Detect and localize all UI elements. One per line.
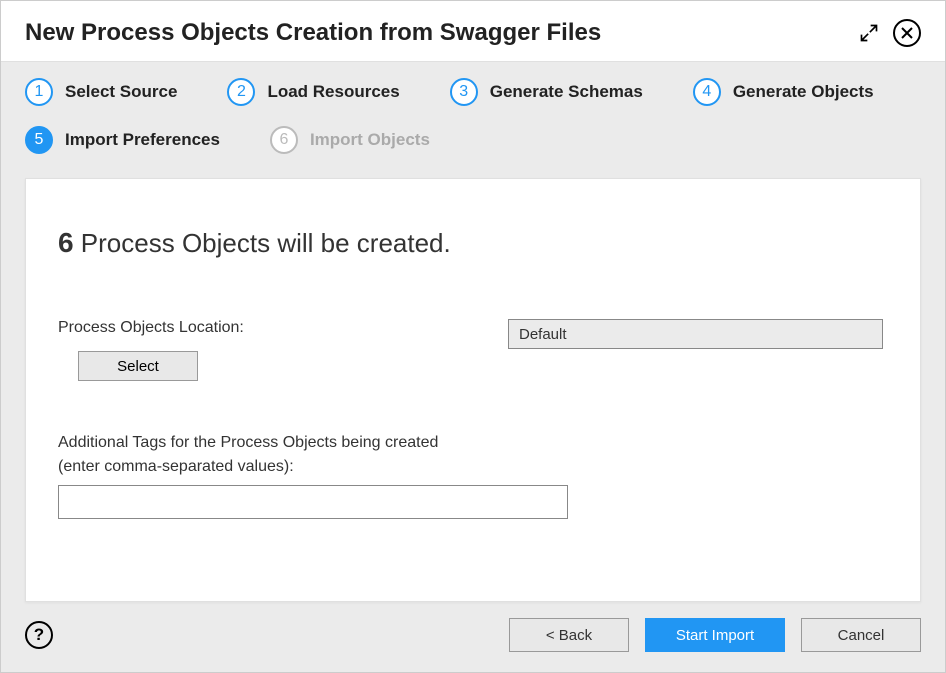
help-button[interactable]: ?	[25, 621, 53, 649]
tags-label: Additional Tags for the Process Objects …	[58, 431, 888, 479]
start-import-button[interactable]: Start Import	[645, 618, 785, 652]
tags-input[interactable]	[58, 485, 568, 519]
summary-text: 6 Process Objects will be created.	[58, 227, 888, 259]
step-generate-schemas[interactable]: 3 Generate Schemas	[450, 78, 643, 106]
step-import-objects: 6 Import Objects	[270, 126, 430, 154]
wizard-steps: 1 Select Source 2 Load Resources 3 Gener…	[25, 78, 921, 154]
content-panel: 6 Process Objects will be created. Proce…	[25, 178, 921, 602]
location-row: Process Objects Location: Select	[58, 319, 888, 381]
step-label: Import Objects	[310, 130, 430, 150]
dialog-new-process-objects: New Process Objects Creation from Swagge…	[0, 0, 946, 673]
step-number-icon: 5	[25, 126, 53, 154]
step-label: Load Resources	[267, 82, 399, 102]
step-import-preferences[interactable]: 5 Import Preferences	[25, 126, 220, 154]
step-generate-objects[interactable]: 4 Generate Objects	[693, 78, 874, 106]
step-number-icon: 1	[25, 78, 53, 106]
close-icon	[901, 27, 913, 39]
tags-label-line1: Additional Tags for the Process Objects …	[58, 434, 438, 451]
cancel-button[interactable]: Cancel	[801, 618, 921, 652]
summary-suffix: Process Objects will be created.	[74, 228, 451, 258]
start-import-label: Start Import	[676, 627, 754, 644]
dialog-header: New Process Objects Creation from Swagge…	[1, 1, 945, 62]
close-button[interactable]	[893, 19, 921, 47]
step-label: Select Source	[65, 82, 177, 102]
step-number-icon: 3	[450, 78, 478, 106]
header-controls	[859, 19, 921, 47]
step-number-icon: 2	[227, 78, 255, 106]
back-button[interactable]: < Back	[509, 618, 629, 652]
step-number-icon: 6	[270, 126, 298, 154]
select-location-button[interactable]: Select	[78, 351, 198, 381]
step-load-resources[interactable]: 2 Load Resources	[227, 78, 399, 106]
dialog-footer: ? < Back Start Import Cancel	[25, 602, 921, 652]
step-label: Generate Schemas	[490, 82, 643, 102]
step-number-icon: 4	[693, 78, 721, 106]
step-select-source[interactable]: 1 Select Source	[25, 78, 177, 106]
step-label: Generate Objects	[733, 82, 874, 102]
dialog-body: 1 Select Source 2 Load Resources 3 Gener…	[1, 62, 945, 672]
object-count: 6	[58, 227, 74, 258]
footer-buttons: < Back Start Import Cancel	[509, 618, 921, 652]
tags-label-line2: (enter comma-separated values):	[58, 458, 294, 475]
location-label: Process Objects Location:	[58, 319, 508, 337]
location-field	[508, 319, 883, 349]
location-left: Process Objects Location: Select	[58, 319, 508, 381]
help-icon: ?	[34, 625, 44, 645]
dialog-title: New Process Objects Creation from Swagge…	[25, 19, 601, 47]
step-label: Import Preferences	[65, 130, 220, 150]
tags-section: Additional Tags for the Process Objects …	[58, 431, 888, 519]
expand-icon[interactable]	[859, 23, 879, 43]
